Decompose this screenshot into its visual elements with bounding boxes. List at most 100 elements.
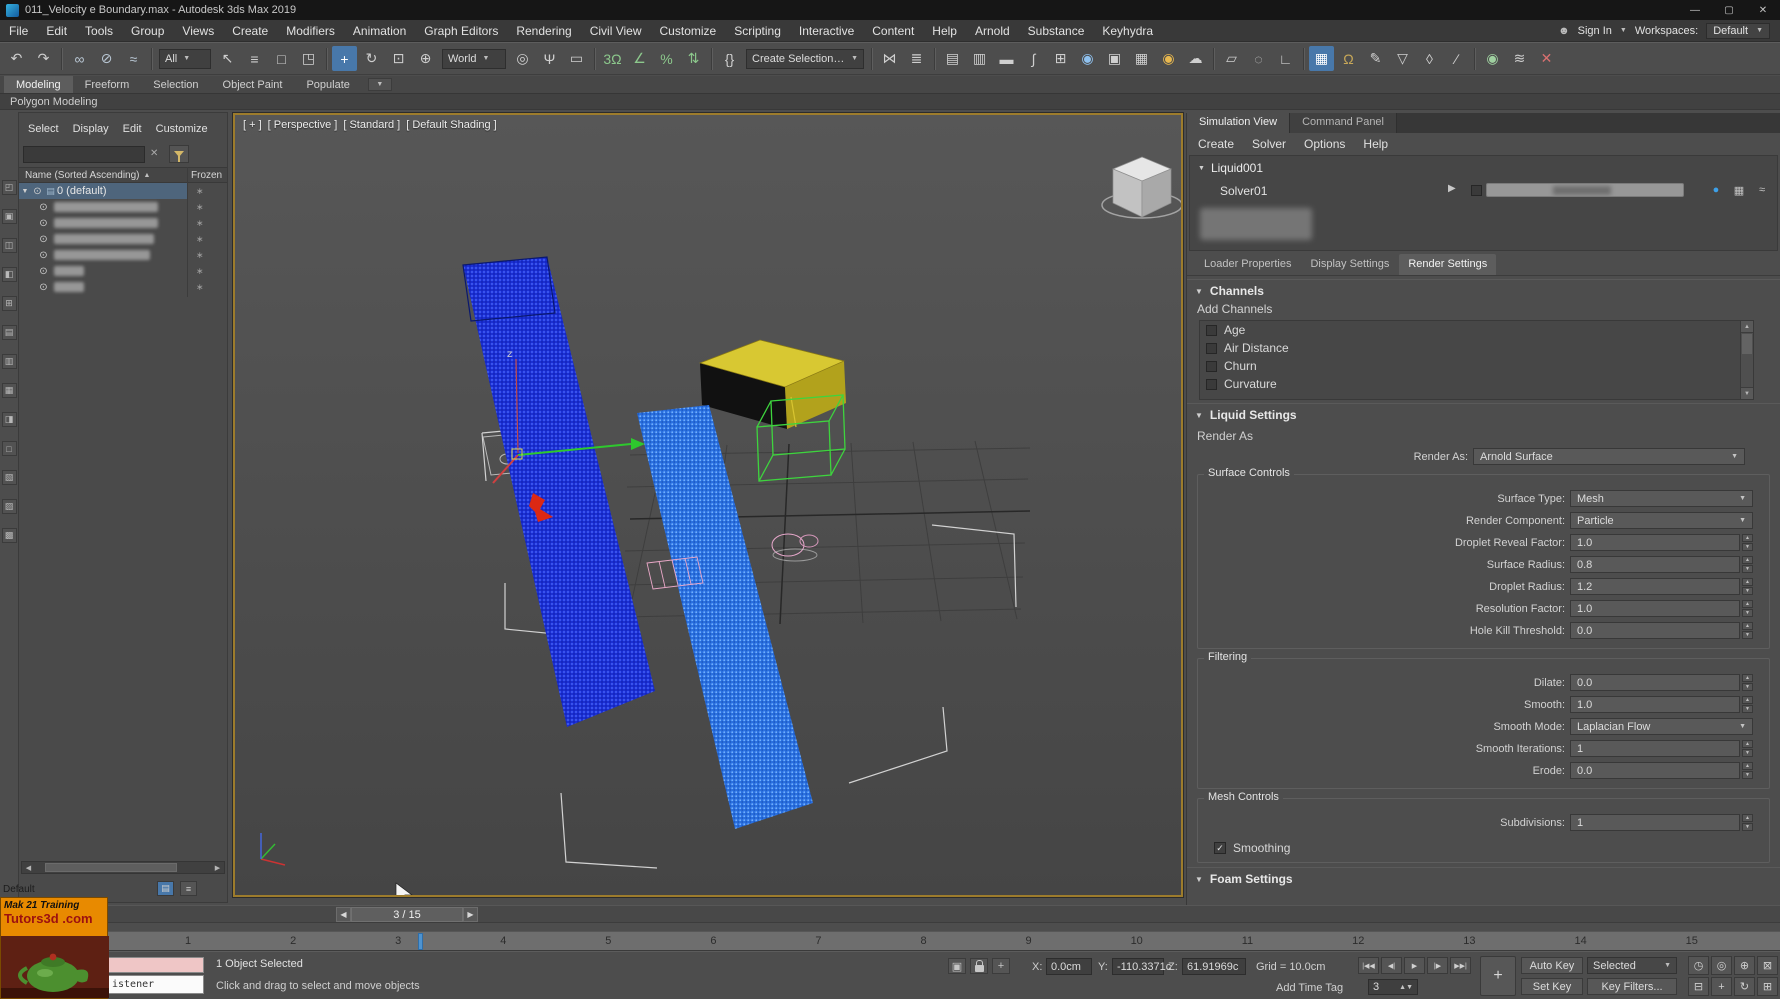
setting-dropdown[interactable]: Laplacian Flow ▼ xyxy=(1570,718,1753,735)
viewport-layout-tab-icon[interactable]: ▩ xyxy=(1,528,17,543)
time-slider-value[interactable]: 3 / 15 xyxy=(351,907,463,922)
expand-arrow-icon[interactable]: ▼ xyxy=(19,188,31,195)
viewport-layout-tab-icon[interactable]: ▥ xyxy=(1,354,17,369)
menu-item[interactable]: Edit xyxy=(37,20,76,41)
run-simulation-icon[interactable]: ▶ xyxy=(1448,183,1456,194)
keyhydra-wheel-icon[interactable]: ◉ xyxy=(1480,46,1505,71)
go-to-end-button[interactable]: ▶▶| xyxy=(1450,957,1471,974)
schematic-view-icon[interactable]: ⊞ xyxy=(1048,46,1073,71)
mirror-icon[interactable]: ⋈ xyxy=(877,46,902,71)
ribbon-tab[interactable]: Modeling xyxy=(4,76,73,93)
solver-enable-checkbox[interactable] xyxy=(1471,185,1482,196)
ribbon-tab[interactable]: Selection xyxy=(141,76,210,93)
set-key-button[interactable]: Set Key xyxy=(1521,978,1583,995)
setting-dropdown[interactable]: Mesh ▼ xyxy=(1570,490,1753,507)
menu-item[interactable]: Interactive xyxy=(790,20,863,41)
angle-snap-toggle-icon[interactable]: ∠ xyxy=(627,46,652,71)
y-coordinate-field[interactable]: -110.3371c xyxy=(1112,958,1171,975)
explorer-row[interactable]: ⊙ ∗ xyxy=(19,215,227,231)
explorer-row[interactable]: ▼ ⊙ ▤ 0 (default) ∗ xyxy=(19,183,227,199)
select-by-name-icon[interactable]: ≡ xyxy=(242,46,267,71)
spinner-buttons[interactable]: ▲ ▼ xyxy=(1742,814,1753,831)
explorer-row[interactable]: ⊙ ∗ xyxy=(19,247,227,263)
channel-list-item[interactable]: Churn xyxy=(1200,357,1739,375)
redo-icon[interactable]: ↷ xyxy=(31,46,56,71)
simulation-menu-item[interactable]: Help xyxy=(1354,137,1397,151)
lasso-tool-icon[interactable]: ◊ xyxy=(1417,46,1442,71)
setting-value-field[interactable]: 0.0 xyxy=(1570,674,1740,691)
time-slider[interactable]: ◀ 3 / 15 ▶ xyxy=(0,905,1780,923)
channel-list-item[interactable]: Air Distance xyxy=(1200,339,1739,357)
track-bar[interactable]: 1 2 3 4 5 6 7 8 9 10 11 12 13 14 15 xyxy=(0,931,1780,951)
add-time-tag-button[interactable]: Add Time Tag xyxy=(1276,982,1343,994)
previous-frame-arrow-icon[interactable]: ◀ xyxy=(336,907,351,922)
unlink-selection-icon[interactable]: ⊘ xyxy=(94,46,119,71)
spinner-buttons[interactable]: ▲ ▼ xyxy=(1742,534,1753,551)
select-and-link-icon[interactable]: ∞ xyxy=(67,46,92,71)
viewport-layout-tab-icon[interactable]: ▦ xyxy=(1,383,17,398)
channel-list-item[interactable]: Age xyxy=(1200,321,1739,339)
solver-graph-icon[interactable]: ▦ xyxy=(1731,182,1747,198)
rendered-frame-window-icon[interactable]: ▦ xyxy=(1129,46,1154,71)
measure-distance-icon[interactable]: ∟ xyxy=(1273,46,1298,71)
material-editor-icon[interactable]: ◉ xyxy=(1075,46,1100,71)
minimize-button[interactable]: — xyxy=(1678,0,1712,20)
flag-tool-icon[interactable]: ▽ xyxy=(1390,46,1415,71)
viewport-layout-tab-icon[interactable]: □ xyxy=(1,441,17,456)
tree-row-solver[interactable]: Solver01 xyxy=(1220,184,1267,198)
menu-item[interactable]: Animation xyxy=(344,20,415,41)
menu-item[interactable]: Keyhydra xyxy=(1093,20,1162,41)
play-animation-button[interactable]: ▶ xyxy=(1404,957,1425,974)
viewport-layout-tab-icon[interactable]: ◨ xyxy=(1,412,17,427)
viewport-layout-tab-icon[interactable]: ◧ xyxy=(1,267,17,282)
setting-value-field[interactable]: 1 xyxy=(1570,740,1740,757)
select-and-manipulate-icon[interactable]: Ψ xyxy=(537,46,562,71)
setting-value-field[interactable]: 0.0 xyxy=(1570,622,1740,639)
menu-item[interactable]: Substance xyxy=(1019,20,1094,41)
zoom-all-icon[interactable]: ⊕ xyxy=(1734,956,1755,975)
previous-frame-button[interactable]: ◀| xyxy=(1381,957,1402,974)
wand-tool-icon[interactable]: ∕ xyxy=(1444,46,1469,71)
isolate-selection-toggle-icon[interactable]: ▣ xyxy=(948,958,966,974)
setting-value-field[interactable]: 1.0 xyxy=(1570,600,1740,617)
selection-filter-dropdown[interactable]: All ▼ xyxy=(159,48,211,69)
pan-view-icon[interactable]: + xyxy=(1711,977,1732,996)
scrollbar-thumb[interactable] xyxy=(1742,334,1752,354)
menu-item[interactable]: Content xyxy=(863,20,923,41)
frozen-cell-icon[interactable]: ∗ xyxy=(196,282,204,293)
tree-row-liquid[interactable]: ▼ Liquid001 xyxy=(1198,161,1263,175)
liquid-settings-rollout-header[interactable]: ▼ Liquid Settings xyxy=(1187,403,1780,424)
frozen-cell-icon[interactable]: ∗ xyxy=(196,218,204,229)
menu-item[interactable]: Tools xyxy=(76,20,122,41)
reference-coordinate-system-dropdown[interactable]: World ▼ xyxy=(442,48,506,69)
key-mode-dropdown[interactable]: Selected ▼ xyxy=(1587,957,1677,974)
restore-button[interactable]: ▢ xyxy=(1712,0,1746,20)
viewport-layout-tab-icon[interactable]: ◰ xyxy=(1,180,17,195)
channels-rollout-header[interactable]: ▼ Channels xyxy=(1187,279,1780,300)
visibility-eye-icon[interactable]: ⊙ xyxy=(31,186,44,197)
key-filters-button[interactable]: Key Filters... xyxy=(1587,978,1677,995)
channel-list-item[interactable]: Curvature xyxy=(1200,375,1739,393)
spinner-buttons[interactable]: ▲ ▼ xyxy=(1742,578,1753,595)
explorer-column-header[interactable]: Name (Sorted Ascending) ▲ Frozen xyxy=(19,167,227,183)
dock-tab[interactable]: Command Panel xyxy=(1290,113,1397,133)
time-slider-handle[interactable]: ◀ 3 / 15 ▶ xyxy=(336,907,478,922)
scrollbar-thumb[interactable] xyxy=(45,863,177,872)
render-production-icon[interactable]: ◉ xyxy=(1156,46,1181,71)
use-pivot-point-center-icon[interactable]: ◎ xyxy=(510,46,535,71)
toggle-scene-explorer-icon[interactable]: ▤ xyxy=(940,46,965,71)
spinner-buttons[interactable]: ▲ ▼ xyxy=(1742,740,1753,757)
visibility-eye-icon[interactable]: ⊙ xyxy=(37,202,50,213)
align-icon[interactable]: ≣ xyxy=(904,46,929,71)
maxscript-mini-listener[interactable]: istener xyxy=(108,975,204,994)
curve-editor-icon[interactable]: ∫ xyxy=(1021,46,1046,71)
explorer-menu-item[interactable]: Edit xyxy=(116,121,149,137)
toggle-layer-explorer-icon[interactable]: ▥ xyxy=(967,46,992,71)
emitter-box[interactable] xyxy=(698,339,846,429)
property-tab[interactable]: Loader Properties xyxy=(1195,254,1300,275)
zoom-region-icon[interactable]: ⊟ xyxy=(1688,977,1709,996)
explorer-menu-item[interactable]: Display xyxy=(66,121,116,137)
x-coordinate-field[interactable]: 0.0cm xyxy=(1046,958,1092,975)
menu-item[interactable]: Arnold xyxy=(966,20,1019,41)
explorer-display-toggle-icon[interactable]: ▤ xyxy=(157,881,174,896)
